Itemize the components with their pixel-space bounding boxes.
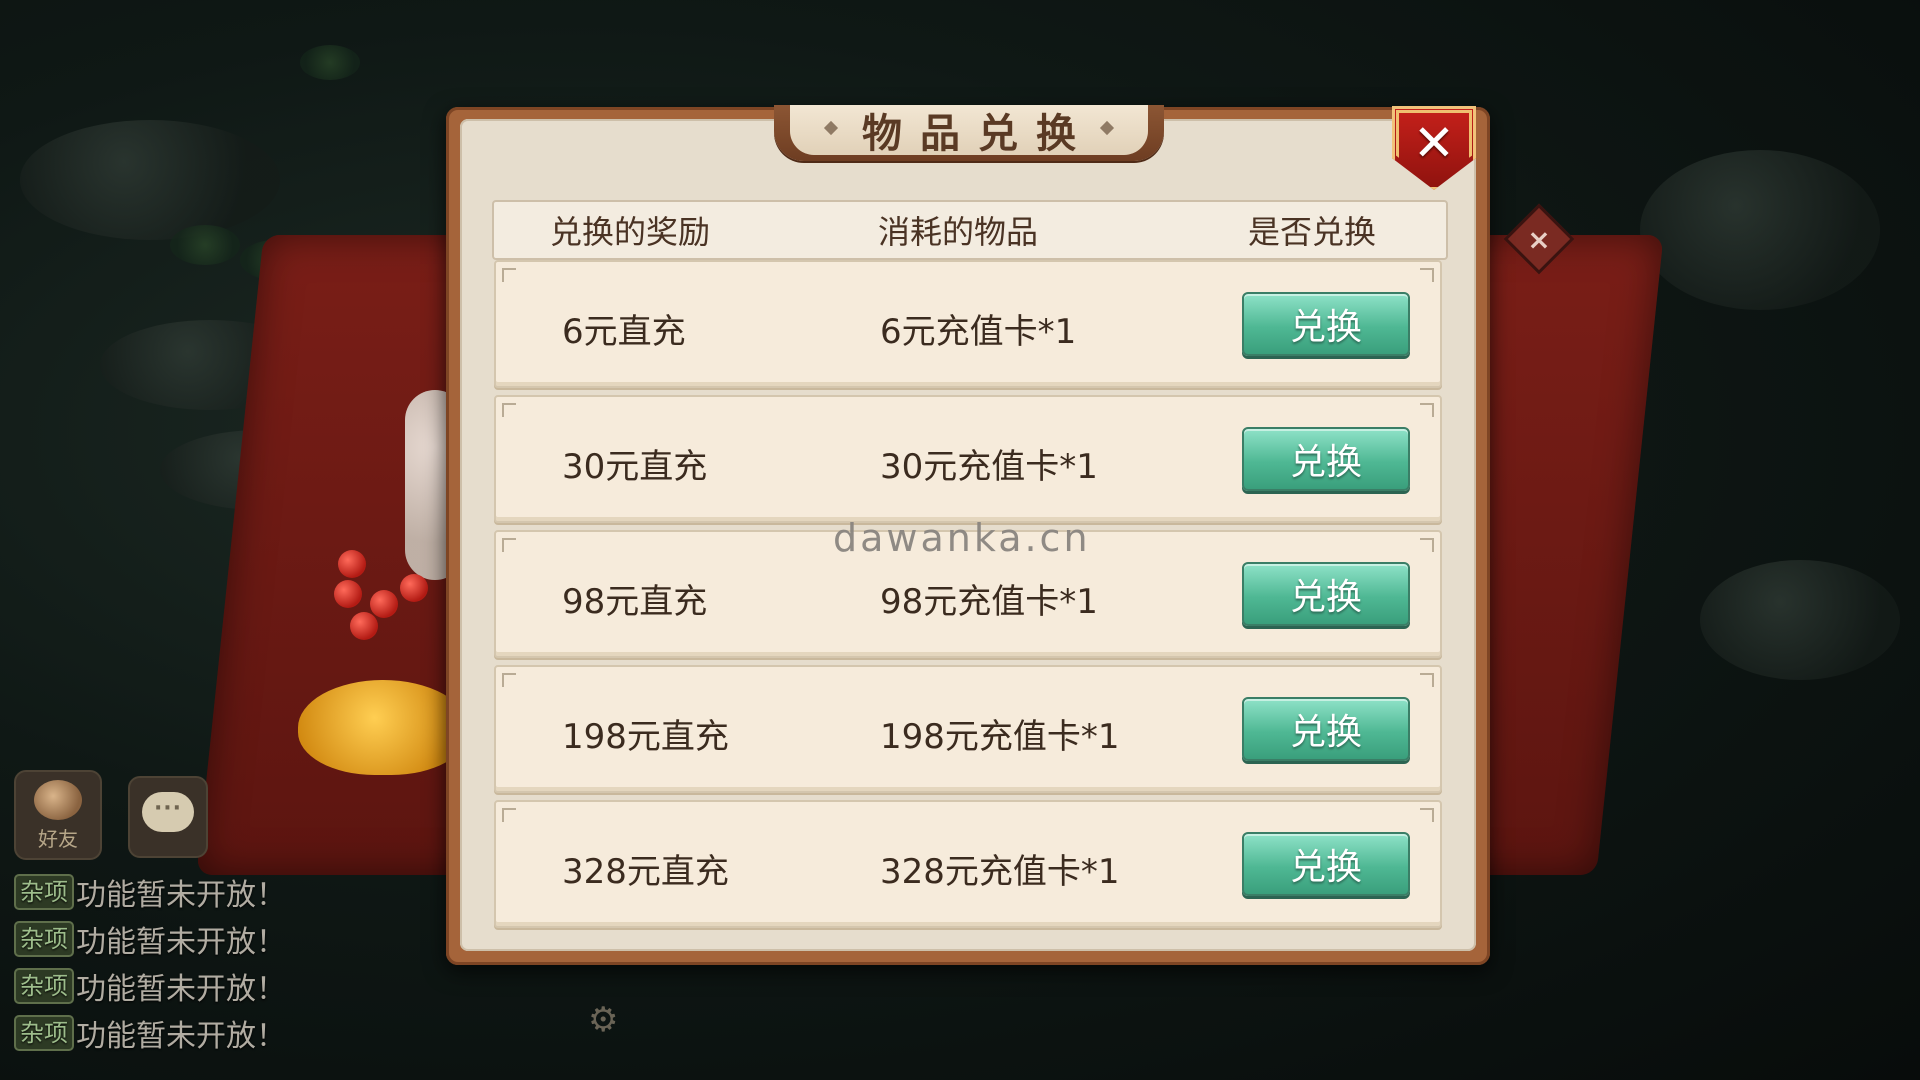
column-header-cost: 消耗的物品 <box>878 213 1039 251</box>
diamond-ornament-icon <box>1099 120 1115 136</box>
chat-bubble-icon <box>142 792 194 832</box>
lily-pad <box>170 225 240 265</box>
cost-cell: 30元充值卡*1 <box>880 447 1098 487</box>
exchange-button[interactable]: 兑换 <box>1242 562 1410 626</box>
message-text: 功能暂未开放！ <box>76 1018 286 1054</box>
friend-button[interactable]: 好友 <box>14 770 102 860</box>
exchange-button[interactable]: 兑换 <box>1242 697 1410 761</box>
table-row: 30元直充 30元充值卡*1 兑换 <box>494 395 1442 523</box>
close-icon: ✕ <box>1413 114 1455 172</box>
message-tag: 杂项 <box>14 967 74 1004</box>
reward-cell: 328元直充 <box>562 852 729 892</box>
decoration-gold-ingot <box>298 680 468 775</box>
column-header-reward: 兑换的奖励 <box>550 213 711 251</box>
table-row: 6元直充 6元充值卡*1 兑换 <box>494 260 1442 388</box>
background-rock <box>1640 150 1880 310</box>
exchange-button[interactable]: 兑换 <box>1242 292 1410 356</box>
handshake-icon <box>34 780 82 820</box>
table-row: 198元直充 198元充值卡*1 兑换 <box>494 665 1442 793</box>
dialog-title: 物品兑换 <box>862 111 1094 157</box>
system-message: 杂项 功能暂未开放！ <box>14 1009 286 1056</box>
decoration-red-berries <box>330 550 440 660</box>
message-tag: 杂项 <box>14 1014 74 1051</box>
cost-cell: 6元充值卡*1 <box>880 312 1077 352</box>
lily-pad <box>300 45 360 80</box>
reward-cell: 6元直充 <box>562 312 686 352</box>
cost-cell: 98元充值卡*1 <box>880 582 1098 622</box>
message-tag: 杂项 <box>14 920 74 957</box>
exchange-button[interactable]: 兑换 <box>1242 832 1410 896</box>
column-header-action: 是否兑换 <box>1248 213 1377 251</box>
watermark: dawanka.cn <box>833 516 1091 560</box>
background-rock <box>20 120 280 240</box>
reward-cell: 30元直充 <box>562 447 708 487</box>
dialog-title-plate: 物品兑换 <box>774 105 1164 161</box>
friend-label: 好友 <box>38 827 78 851</box>
message-text: 功能暂未开放！ <box>76 971 286 1007</box>
gear-icon[interactable]: ⚙ <box>588 1000 618 1040</box>
message-tag: 杂项 <box>14 873 74 910</box>
table-row: 328元直充 328元充值卡*1 兑换 <box>494 800 1442 928</box>
system-message: 杂项 功能暂未开放！ <box>14 962 286 1009</box>
reward-cell: 198元直充 <box>562 717 729 757</box>
diamond-ornament-icon <box>823 120 839 136</box>
system-message-list: 杂项 功能暂未开放！ 杂项 功能暂未开放！ 杂项 功能暂未开放！ 杂项 功能暂未… <box>14 868 286 1056</box>
chat-button[interactable] <box>128 776 208 858</box>
background-rock <box>1700 560 1900 680</box>
cost-cell: 328元充值卡*1 <box>880 852 1120 892</box>
message-text: 功能暂未开放！ <box>76 924 286 960</box>
system-message: 杂项 功能暂未开放！ <box>14 868 286 915</box>
message-text: 功能暂未开放！ <box>76 877 286 913</box>
cost-cell: 198元充值卡*1 <box>880 717 1120 757</box>
close-button[interactable]: ✕ <box>1392 106 1476 190</box>
table-header: 兑换的奖励 消耗的物品 是否兑换 <box>492 200 1448 260</box>
system-message: 杂项 功能暂未开放！ <box>14 915 286 962</box>
reward-cell: 98元直充 <box>562 582 708 622</box>
exchange-button[interactable]: 兑换 <box>1242 427 1410 491</box>
